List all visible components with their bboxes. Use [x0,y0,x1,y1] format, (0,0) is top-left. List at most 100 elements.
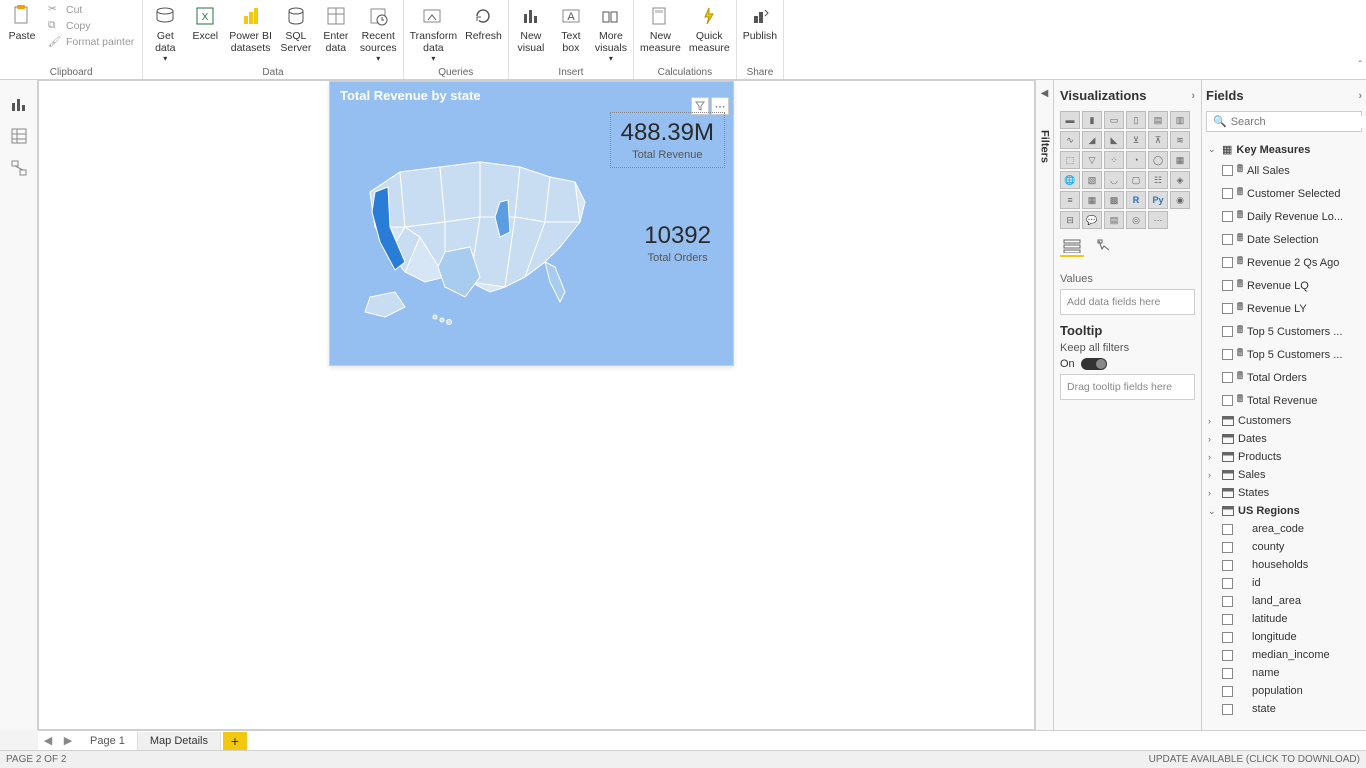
table-key-measures[interactable]: ⌄▦Key Measures [1206,140,1362,159]
field-checkbox[interactable] [1222,686,1233,697]
area-chart-icon[interactable]: ◢ [1082,131,1102,149]
values-drop-zone[interactable]: Add data fields here [1060,289,1195,315]
field-item[interactable]: name [1220,664,1362,682]
more-visuals-button[interactable]: More visuals▾ [591,2,631,65]
r-visual-icon[interactable]: R [1126,191,1146,209]
field-item[interactable]: latitude [1220,610,1362,628]
clustered-bar-icon[interactable]: ▭ [1104,111,1124,129]
table-customers[interactable]: ›Customers [1206,412,1362,430]
model-view-button[interactable] [0,152,37,184]
field-checkbox[interactable] [1222,303,1233,314]
field-checkbox[interactable] [1222,326,1233,337]
card-icon[interactable]: ▢ [1126,171,1146,189]
recent-sources-button[interactable]: Recent sources▾ [356,2,401,65]
field-checkbox[interactable] [1222,632,1233,643]
multi-card-icon[interactable]: ☷ [1148,171,1168,189]
filters-collapsed-tab[interactable]: ◀ Filters [1035,80,1053,730]
map-visual[interactable]: Total Revenue by state ⋯ [329,81,734,366]
field-item[interactable]: 🖩Total Revenue [1220,389,1362,412]
expand-filters-icon[interactable]: ◀ [1041,88,1049,99]
search-input[interactable] [1231,116,1366,128]
line-chart-icon[interactable]: ∿ [1060,131,1080,149]
excel-button[interactable]: XExcel [185,2,225,44]
field-checkbox[interactable] [1222,372,1233,383]
tab-map-details[interactable]: Map Details [138,732,221,750]
format-tool-button[interactable] [1092,237,1116,257]
field-item[interactable]: 🖩Top 5 Customers ... [1220,343,1362,366]
keep-filters-toggle[interactable] [1081,358,1107,370]
scatter-icon[interactable]: ⁘ [1104,151,1124,169]
field-checkbox[interactable] [1222,211,1233,222]
update-available[interactable]: UPDATE AVAILABLE (CLICK TO DOWNLOAD) [1149,754,1360,765]
get-more-visuals-icon[interactable]: ⋯ [1148,211,1168,229]
quick-measure-button[interactable]: Quick measure [685,2,734,56]
publish-button[interactable]: Publish [739,2,781,44]
donut-icon[interactable]: ◯ [1148,151,1168,169]
field-checkbox[interactable] [1222,596,1233,607]
field-checkbox[interactable] [1222,614,1233,625]
field-checkbox[interactable] [1222,542,1233,553]
field-item[interactable]: id [1220,574,1362,592]
collapse-fields-icon[interactable]: › [1358,90,1362,102]
matrix-icon[interactable]: ▩ [1104,191,1124,209]
field-checkbox[interactable] [1222,668,1233,679]
qa-visual-icon[interactable]: 💬 [1082,211,1102,229]
next-page-button[interactable]: ▶ [58,734,78,747]
line-stacked-icon[interactable]: ⊻ [1126,131,1146,149]
sql-server-button[interactable]: SQL Server [276,2,316,56]
field-item[interactable]: 🖩Customer Selected [1220,182,1362,205]
paste-button[interactable]: Paste [2,2,42,44]
stacked-column-icon[interactable]: ▮ [1082,111,1102,129]
refresh-button[interactable]: Refresh [461,2,506,44]
100-stacked-bar-icon[interactable]: ▤ [1148,111,1168,129]
kpi-icon[interactable]: ◈ [1170,171,1190,189]
table-sales[interactable]: ›Sales [1206,466,1362,484]
table-icon[interactable]: ▦ [1082,191,1102,209]
field-item[interactable]: households [1220,556,1362,574]
fields-tool-button[interactable] [1060,237,1084,257]
waterfall-icon[interactable]: ⬚ [1060,151,1080,169]
table-dates[interactable]: ›Dates [1206,430,1362,448]
ribbon-collapse-icon[interactable]: ˆ [1359,60,1362,71]
report-canvas[interactable]: Total Revenue by state ⋯ [38,80,1035,730]
clustered-column-icon[interactable]: ▯ [1126,111,1146,129]
collapse-viz-icon[interactable]: › [1191,90,1195,102]
field-item[interactable]: population [1220,682,1362,700]
gauge-icon[interactable]: ◡ [1104,171,1124,189]
paginated-icon[interactable]: ▤ [1104,211,1124,229]
transform-data-button[interactable]: Transform data▾ [406,2,461,65]
prev-page-button[interactable]: ◀ [38,734,58,747]
stacked-area-icon[interactable]: ◣ [1104,131,1124,149]
copy-button[interactable]: ⧉Copy [44,18,138,34]
treemap-icon[interactable]: ▦ [1170,151,1190,169]
table-products[interactable]: ›Products [1206,448,1362,466]
field-item[interactable]: land_area [1220,592,1362,610]
slicer-icon[interactable]: ≡ [1060,191,1080,209]
report-view-button[interactable] [0,88,37,120]
field-item[interactable]: 🖩Revenue 2 Qs Ago [1220,251,1362,274]
state-florida[interactable] [545,262,565,302]
pbi-datasets-button[interactable]: Power BI datasets [225,2,276,56]
field-checkbox[interactable] [1222,257,1233,268]
field-item[interactable]: median_income [1220,646,1362,664]
text-box-button[interactable]: AText box [551,2,591,56]
field-item[interactable]: 🖩Date Selection [1220,228,1362,251]
state-hawaii[interactable] [433,315,452,325]
field-checkbox[interactable] [1222,280,1233,291]
field-item[interactable]: 🖩Top 5 Customers ... [1220,320,1362,343]
funnel-icon[interactable]: ▽ [1082,151,1102,169]
pie-icon[interactable]: ◔ [1126,151,1146,169]
field-item[interactable]: 🖩All Sales [1220,159,1362,182]
field-checkbox[interactable] [1222,650,1233,661]
field-checkbox[interactable] [1222,578,1233,589]
card-total-orders[interactable]: 10392 Total Orders [644,222,711,264]
field-checkbox[interactable] [1222,395,1233,406]
add-page-button[interactable]: + [223,732,247,750]
field-checkbox[interactable] [1222,188,1233,199]
100-stacked-column-icon[interactable]: ▥ [1170,111,1190,129]
get-data-button[interactable]: Get data▾ [145,2,185,65]
field-item[interactable]: 🖩Revenue LY [1220,297,1362,320]
data-view-button[interactable] [0,120,37,152]
tab-page1[interactable]: Page 1 [78,732,138,750]
field-item[interactable]: state [1220,700,1362,718]
